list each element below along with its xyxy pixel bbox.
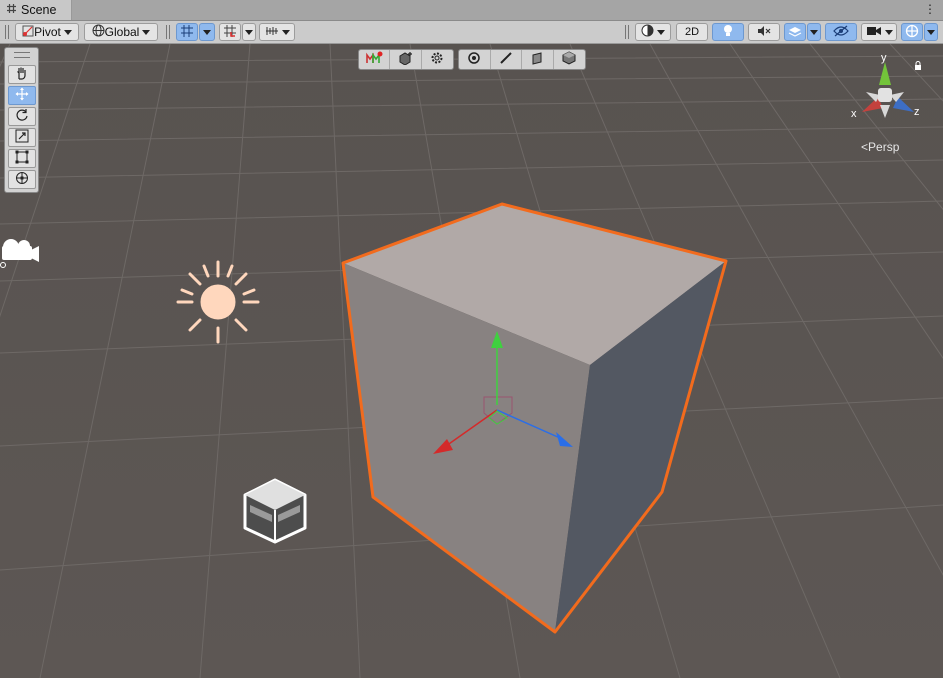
gizmo-colors-icon (365, 51, 383, 68)
cube-icon (562, 51, 576, 68)
tab-label: Scene (21, 3, 57, 17)
scene-render (0, 44, 943, 678)
chevron-down-icon (142, 29, 151, 35)
eye-slash-icon (833, 25, 849, 40)
target-circle-icon (467, 51, 481, 68)
global-label: Global (104, 25, 140, 39)
grid-snap-icon (180, 24, 194, 41)
shading-sphere-icon (641, 24, 654, 40)
component-add-button[interactable] (390, 50, 422, 69)
chevron-down-icon (810, 29, 818, 35)
face-tool-button[interactable] (522, 50, 554, 69)
camera-dropdown[interactable] (861, 23, 897, 41)
transform-combined-icon (15, 171, 29, 188)
axis-y-label: y (881, 52, 887, 64)
light-probe-icon (243, 478, 307, 544)
globe-icon (92, 24, 105, 40)
palette-grip[interactable] (14, 52, 30, 58)
snap-magnet-icon (223, 24, 237, 41)
global-dropdown[interactable]: Global (84, 23, 158, 41)
rect-tool-button[interactable] (8, 149, 36, 168)
effects-dropdown[interactable] (807, 23, 821, 41)
mode-2d-button[interactable]: 2D (676, 23, 708, 41)
toolbar-grip[interactable] (166, 25, 170, 39)
toolbar-grip[interactable] (5, 25, 9, 39)
rotate-tool-button[interactable] (8, 107, 36, 126)
chevron-down-icon (927, 29, 935, 35)
lightbulb-icon (722, 24, 734, 41)
face-icon (530, 51, 544, 68)
projection-label: Persp (868, 140, 900, 154)
move-tool-button[interactable] (8, 86, 36, 105)
pivot-dropdown[interactable]: Pivot (15, 23, 79, 41)
pivot-icon (22, 25, 34, 40)
overlay-toolbar-view (458, 49, 586, 70)
projection-toggle[interactable]: <Persp (861, 140, 899, 154)
chevron-down-icon (203, 29, 211, 35)
rotate-icon (15, 108, 29, 125)
increment-snap-button[interactable] (219, 23, 241, 41)
tool-palette (4, 47, 39, 193)
chevron-down-icon (63, 29, 72, 35)
snap-settings-dropdown[interactable] (259, 23, 295, 41)
axis-x-label: x (851, 108, 857, 120)
ruler-icon (265, 25, 279, 40)
chevron-left-icon: < (861, 140, 869, 154)
mode-2d-label: 2D (684, 26, 700, 38)
cube-tool-button[interactable] (554, 50, 585, 69)
gear-icon (430, 51, 444, 68)
line-tool-button[interactable] (491, 50, 522, 69)
effects-toggle[interactable] (784, 23, 806, 41)
line-icon (499, 51, 513, 68)
window-tabbar: Scene ⋮ (0, 0, 943, 21)
gizmos-toggle[interactable] (901, 23, 923, 41)
scene-grid-icon (6, 3, 17, 17)
move-arrows-icon (15, 87, 29, 104)
hand-icon (15, 66, 29, 83)
increment-snap-dropdown[interactable] (242, 23, 256, 41)
chevron-down-icon (657, 29, 665, 35)
hand-tool-button[interactable] (8, 65, 36, 84)
chevron-down-icon (884, 29, 893, 35)
scale-icon (15, 129, 29, 146)
scale-tool-button[interactable] (8, 128, 36, 147)
lighting-toggle[interactable] (712, 23, 744, 41)
sun-light-icon (176, 260, 260, 344)
chevron-down-icon (281, 29, 290, 35)
pivot-view-button[interactable] (459, 50, 491, 69)
lock-icon[interactable] (914, 60, 922, 74)
grid-snap-dropdown[interactable] (199, 23, 215, 41)
gizmo-globe-icon (905, 24, 919, 41)
window-menu-icon[interactable]: ⋮ (924, 2, 936, 16)
transform-tool-button[interactable] (8, 170, 36, 189)
gizmo-toggle-button[interactable] (359, 50, 391, 69)
grid-snap-button[interactable] (176, 23, 198, 41)
scene-viewport[interactable]: y x z (0, 44, 943, 678)
rect-transform-icon (15, 150, 29, 167)
cube-plus-icon (398, 51, 414, 68)
chevron-down-icon (245, 29, 253, 35)
overlay-toolbar-gizmos (358, 49, 454, 70)
pivot-label: Pivot (34, 25, 61, 39)
layers-effects-icon (788, 25, 802, 40)
scene-toolbar: Pivot Global 2D (0, 21, 943, 44)
video-camera-icon (866, 25, 882, 40)
tab-scene[interactable]: Scene (0, 0, 72, 20)
mute-speaker-icon (757, 25, 771, 40)
draw-mode-dropdown[interactable] (635, 23, 671, 41)
gizmos-dropdown[interactable] (924, 23, 938, 41)
audio-toggle[interactable] (748, 23, 780, 41)
axis-z-label: z (914, 106, 920, 118)
visibility-toggle[interactable] (825, 23, 857, 41)
toolbar-grip[interactable] (625, 25, 629, 39)
overlay-settings-button[interactable] (422, 50, 453, 69)
